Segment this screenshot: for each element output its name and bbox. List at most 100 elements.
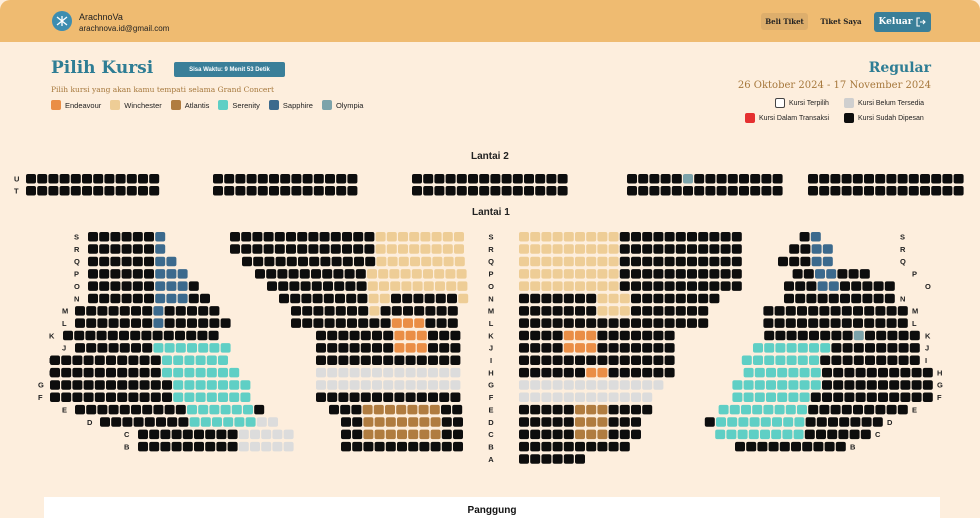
seat[interactable] — [149, 174, 160, 184]
seat[interactable] — [732, 380, 743, 390]
seat[interactable] — [779, 441, 790, 452]
seat[interactable] — [872, 417, 883, 427]
seat[interactable] — [826, 269, 837, 279]
seat[interactable] — [121, 256, 132, 267]
seat[interactable] — [753, 355, 763, 366]
seat[interactable] — [94, 367, 105, 378]
seat[interactable] — [875, 174, 886, 184]
seat[interactable] — [687, 318, 697, 328]
seat[interactable] — [104, 186, 115, 196]
seat[interactable] — [709, 256, 720, 267]
seat[interactable] — [126, 186, 137, 196]
seat[interactable] — [709, 281, 720, 291]
seat[interactable] — [865, 355, 875, 366]
seat[interactable] — [338, 367, 349, 378]
seat[interactable] — [302, 186, 313, 196]
seat[interactable] — [831, 355, 842, 366]
seat[interactable] — [822, 367, 832, 378]
seat[interactable] — [850, 417, 861, 427]
seat[interactable] — [182, 429, 193, 440]
seat[interactable] — [835, 441, 846, 452]
seat[interactable] — [664, 330, 675, 341]
seat[interactable] — [772, 186, 783, 196]
seat[interactable] — [209, 343, 220, 353]
seat[interactable] — [586, 367, 597, 378]
seat[interactable] — [563, 306, 574, 316]
seat[interactable] — [479, 174, 490, 184]
seat[interactable] — [97, 318, 108, 328]
seat[interactable] — [408, 429, 419, 440]
seat[interactable] — [224, 174, 235, 184]
seat[interactable] — [760, 429, 770, 440]
seat[interactable] — [353, 244, 364, 254]
seat[interactable] — [286, 256, 297, 267]
seat[interactable] — [187, 343, 197, 353]
seat[interactable] — [119, 306, 130, 316]
seat[interactable] — [886, 174, 897, 184]
seat[interactable] — [575, 355, 585, 366]
seat[interactable] — [575, 256, 585, 267]
seat[interactable] — [88, 232, 98, 242]
seat[interactable] — [619, 417, 630, 427]
seat[interactable] — [338, 330, 349, 341]
seat[interactable] — [785, 318, 796, 328]
seat[interactable] — [597, 441, 608, 452]
seat[interactable] — [171, 441, 182, 452]
seat[interactable] — [541, 330, 552, 341]
seat[interactable] — [806, 293, 817, 304]
seat[interactable] — [749, 417, 760, 427]
seat[interactable] — [866, 392, 877, 403]
seat[interactable] — [864, 306, 875, 316]
seat[interactable] — [327, 380, 338, 390]
seat[interactable] — [200, 293, 210, 304]
seat[interactable] — [786, 343, 797, 353]
seat[interactable] — [897, 186, 908, 196]
seat[interactable] — [716, 186, 727, 196]
seat[interactable] — [608, 256, 619, 267]
seat[interactable] — [267, 281, 277, 291]
seat[interactable] — [552, 244, 563, 254]
seat[interactable] — [327, 392, 338, 403]
seat[interactable] — [898, 330, 909, 341]
seat[interactable] — [705, 174, 716, 184]
seat[interactable] — [833, 392, 844, 403]
seat[interactable] — [200, 417, 211, 427]
seat[interactable] — [205, 429, 216, 440]
seat[interactable] — [552, 330, 563, 341]
seat[interactable] — [911, 367, 922, 378]
seat[interactable] — [642, 269, 653, 279]
seat[interactable] — [227, 429, 238, 440]
seat[interactable] — [144, 281, 154, 291]
seat[interactable] — [110, 244, 121, 254]
seat[interactable] — [394, 330, 405, 341]
seat[interactable] — [819, 174, 830, 184]
seat[interactable] — [363, 417, 374, 427]
seat[interactable] — [86, 404, 97, 415]
seat[interactable] — [425, 318, 436, 328]
seat[interactable] — [291, 174, 302, 184]
seat[interactable] — [297, 232, 308, 242]
seat[interactable] — [334, 281, 345, 291]
seat[interactable] — [347, 174, 358, 184]
seat[interactable] — [833, 380, 844, 390]
seat[interactable] — [428, 330, 438, 341]
seat[interactable] — [575, 429, 585, 440]
seat[interactable] — [563, 380, 574, 390]
seat[interactable] — [552, 256, 563, 267]
seat[interactable] — [649, 186, 660, 196]
seat[interactable] — [439, 343, 450, 353]
seat[interactable] — [817, 281, 828, 291]
seat[interactable] — [664, 293, 675, 304]
seat[interactable] — [541, 306, 552, 316]
seat[interactable] — [175, 404, 186, 415]
seat[interactable] — [619, 256, 630, 267]
seat[interactable] — [104, 174, 115, 184]
seat[interactable] — [631, 244, 641, 254]
seat[interactable] — [162, 367, 172, 378]
seat[interactable] — [841, 306, 852, 316]
seat[interactable] — [403, 306, 413, 316]
seat[interactable] — [530, 306, 541, 316]
seat[interactable] — [820, 330, 831, 341]
seat[interactable] — [363, 441, 374, 452]
seat[interactable] — [139, 380, 150, 390]
